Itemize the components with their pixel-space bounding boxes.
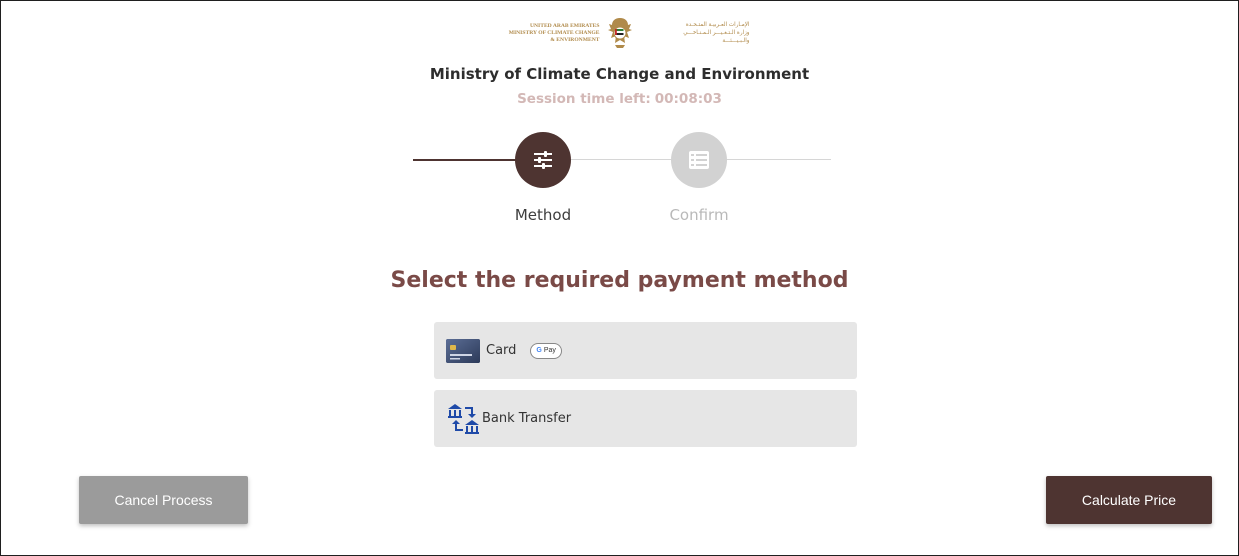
bank-transfer-icon <box>448 403 479 434</box>
logo-arabic-text: الإمـارات العـربيـة المتـحـدة وزارة الـت… <box>640 21 750 45</box>
ministry-logo: UNITED ARAB EMIRATES MINISTRY OF CLIMATE… <box>1 15 1238 51</box>
page-title: Ministry of Climate Change and Environme… <box>429 65 810 83</box>
logo-ar-line: وزارة الـتـغـيـــر الـمـنـاخـــي <box>683 30 750 36</box>
step-method-label: Method <box>514 206 572 224</box>
calculate-price-button[interactable]: Calculate Price <box>1046 476 1212 524</box>
logo-en-line: & ENVIRONMENT <box>550 36 600 43</box>
payment-option-card[interactable]: Card G Pay <box>434 322 857 379</box>
uae-emblem-icon <box>607 18 632 48</box>
session-timer: Session time left: 00:08:03 <box>1 91 1238 107</box>
google-pay-badge: G Pay <box>530 342 562 359</box>
logo-en-line: MINISTRY OF CLIMATE CHANGE <box>508 29 600 36</box>
credit-card-icon <box>446 338 480 363</box>
page-frame: UNITED ARAB EMIRATES MINISTRY OF CLIMATE… <box>0 0 1239 556</box>
payment-section-title: Select the required payment method <box>390 268 849 293</box>
sliders-icon <box>534 151 552 169</box>
payment-option-bank-label: Bank Transfer <box>482 411 572 426</box>
google-pay-badge-text: Pay <box>543 347 556 354</box>
logo-english-text: UNITED ARAB EMIRATES MINISTRY OF CLIMATE… <box>490 23 600 44</box>
list-icon <box>689 151 709 169</box>
logo-en-line: UNITED ARAB EMIRATES <box>529 22 600 29</box>
step-confirm-circle[interactable] <box>671 132 727 188</box>
logo-ar-line: والـبـيـــئـــة <box>722 38 750 44</box>
cancel-process-button[interactable]: Cancel Process <box>79 476 248 524</box>
step-method-circle[interactable] <box>515 132 571 188</box>
logo-ar-line: الإمـارات العـربيـة المتـحـدة <box>685 22 750 28</box>
payment-option-card-label: Card <box>486 343 517 358</box>
payment-option-bank-transfer[interactable]: Bank Transfer <box>434 390 857 447</box>
step-confirm-label: Confirm <box>669 206 729 224</box>
session-label: Session time left: <box>517 91 651 107</box>
session-time-value: 00:08:03 <box>654 91 722 107</box>
google-pay-badge-prefix: G <box>536 347 542 354</box>
